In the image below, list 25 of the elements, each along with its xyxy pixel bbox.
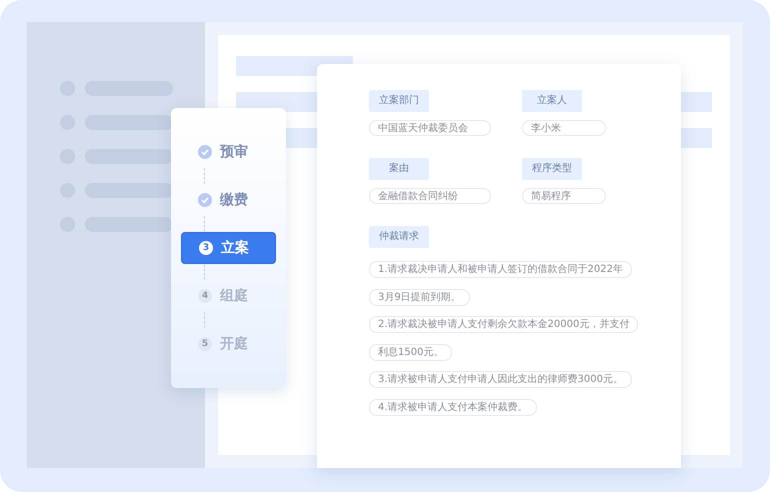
- step-item[interactable]: 5 开庭: [181, 328, 276, 360]
- step-item[interactable]: 3 立案: [181, 232, 276, 264]
- request-line: 3月9日提前到期。: [369, 288, 470, 306]
- step-item[interactable]: 预审: [181, 136, 276, 168]
- field-label: 仲裁请求: [369, 226, 429, 248]
- check-icon: [198, 145, 212, 159]
- step-item[interactable]: 缴费: [181, 184, 276, 216]
- field-label: 立案人: [522, 90, 582, 112]
- request-line: 利息1500元。: [369, 344, 452, 360]
- input-field[interactable]: 李小米: [522, 120, 606, 136]
- input-field[interactable]: 中国蓝天仲裁委员会: [369, 120, 491, 136]
- request-line: 2.请求裁决被申请人支付剩余欠款本金20000元，并支付: [369, 316, 638, 333]
- field-label: 立案部门: [369, 90, 429, 112]
- step-number: 4: [198, 289, 212, 303]
- field-label: 程序类型: [522, 158, 582, 180]
- request-line: 1.请求裁决申请人和被申请人签订的借款合同于2022年: [369, 261, 632, 278]
- step-number: 3: [199, 241, 213, 255]
- field-label: 案由: [369, 158, 429, 180]
- step-item[interactable]: 4 组庭: [181, 280, 276, 312]
- check-icon: [198, 193, 212, 207]
- step-number: 5: [198, 337, 212, 351]
- input-field[interactable]: 简易程序: [522, 188, 606, 204]
- input-field[interactable]: 金融借款合同纠纷: [369, 188, 491, 204]
- request-line: 4.请求被申请人支付本案仲裁费。: [369, 398, 537, 416]
- request-line: 3.请求被申请人支付申请人因此支出的律师费3000元。: [369, 371, 632, 388]
